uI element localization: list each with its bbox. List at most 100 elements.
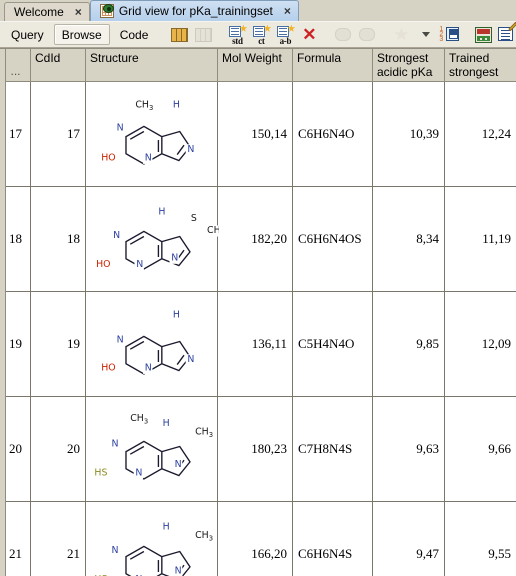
- cell-formula[interactable]: C6H6N4OS: [292, 186, 373, 292]
- table-header-row: ... CdId Structure Mol Weight Formula St…: [0, 49, 516, 82]
- grid-view-table: ... CdId Structure Mol Weight Formula St…: [0, 49, 516, 576]
- cell-cdid[interactable]: 17: [30, 81, 86, 187]
- cell-trained-strongest[interactable]: 11,19: [444, 186, 516, 292]
- chevron-down-icon[interactable]: [414, 24, 436, 46]
- stamp-add-icon: [356, 24, 378, 46]
- tab-welcome-close-icon[interactable]: ×: [75, 6, 82, 18]
- cell-structure-purine-2-ol-8-methylthio[interactable]: H S CH3 N N N HO: [85, 186, 219, 292]
- svg-text:H: H: [173, 99, 180, 110]
- favorite-star-icon: [390, 24, 412, 46]
- column-header-rownum[interactable]: ...: [0, 49, 31, 82]
- svg-text:N: N: [171, 252, 178, 263]
- column-header-cdid[interactable]: CdId: [30, 49, 86, 82]
- cell-trained-strongest[interactable]: 9,66: [444, 396, 516, 502]
- cell-molweight[interactable]: 182,20: [217, 186, 293, 292]
- table-row[interactable]: 2121 HCH3NNNHS166,20C6H6N4S9,479,55: [0, 501, 516, 576]
- cell-structure-8-methylpurine-2-thiol[interactable]: HCH3NNNHS: [85, 501, 218, 576]
- code-button[interactable]: Code: [112, 24, 157, 45]
- tab-welcome-label: Welcome: [14, 5, 64, 19]
- numbered-save-icon[interactable]: 123: [438, 24, 460, 46]
- cell-cdid[interactable]: 21: [30, 501, 86, 576]
- tab-grid-view-close-icon[interactable]: ×: [284, 5, 291, 17]
- row-header[interactable]: 20: [0, 396, 31, 502]
- row-header[interactable]: 21: [0, 501, 31, 576]
- table-grid-dim-icon: [192, 24, 214, 46]
- column-header-formula[interactable]: Formula: [292, 49, 373, 82]
- cell-cdid[interactable]: 19: [30, 291, 86, 397]
- browse-button[interactable]: Browse: [53, 24, 110, 45]
- tab-welcome[interactable]: Welcome ×: [4, 2, 90, 21]
- toolbar: Query Browse Code std ct a-b ✕ 123: [0, 21, 516, 48]
- svg-text:N: N: [175, 565, 182, 576]
- cell-strongest-acidic-pka[interactable]: 9,47: [372, 501, 445, 576]
- svg-text:HS: HS: [94, 467, 107, 478]
- cell-molweight[interactable]: 166,20: [217, 501, 293, 576]
- field-std-icon[interactable]: std: [226, 24, 248, 46]
- column-header-strongest-acidic-pka[interactable]: Strongest acidic pKa: [372, 49, 445, 82]
- stamp-remove-icon: [332, 24, 354, 46]
- delete-icon[interactable]: ✕: [298, 24, 320, 46]
- cell-molweight[interactable]: 150,14: [217, 81, 293, 187]
- cell-formula[interactable]: C6H6N4O: [292, 81, 373, 187]
- column-header-molweight[interactable]: Mol Weight: [217, 49, 293, 82]
- table-row[interactable]: 1818 H S CH3 N N N HO 182,20C6H6N4OS8,3411,19: [0, 186, 516, 292]
- grid-eye-icon: [99, 4, 114, 18]
- row-header[interactable]: 17: [0, 81, 31, 187]
- table-row[interactable]: 19 19 H N N N HO 136,11 C5H4N4O 9,85 12,09: [0, 291, 516, 397]
- svg-text:H: H: [158, 206, 165, 217]
- svg-text:N: N: [145, 152, 152, 163]
- column-header-trained-strongest[interactable]: Trained strongest: [444, 49, 516, 82]
- tab-bar: Welcome × Grid view for pKa_trainingset …: [0, 0, 516, 21]
- row-header[interactable]: 19: [0, 291, 31, 397]
- svg-text:H: H: [173, 309, 180, 320]
- tab-grid-view-label: Grid view for pKa_trainingset: [118, 4, 273, 18]
- svg-text:N: N: [117, 334, 124, 345]
- cell-formula[interactable]: C7H8N4S: [292, 396, 373, 502]
- cell-strongest-acidic-pka[interactable]: 10,39: [372, 81, 445, 187]
- table-row[interactable]: 17 17 CH3 H N N N HO 150,14 C6H6N4O 10,39 12,24: [0, 81, 516, 187]
- svg-text:N: N: [136, 259, 143, 270]
- svg-text:HO: HO: [101, 362, 115, 373]
- cell-formula[interactable]: C6H6N4S: [292, 501, 373, 576]
- cell-strongest-acidic-pka[interactable]: 8,34: [372, 186, 445, 292]
- svg-text:N: N: [145, 362, 152, 373]
- cell-molweight[interactable]: 136,11: [217, 291, 293, 397]
- table-row[interactable]: 20 20 CH3 H CH3 N N N HS 180,23 C7H8N4S 9,63 9,66: [0, 396, 516, 502]
- svg-text:N: N: [135, 467, 142, 478]
- cell-trained-strongest[interactable]: 12,09: [444, 291, 516, 397]
- cell-strongest-acidic-pka[interactable]: 9,85: [372, 291, 445, 397]
- row-header[interactable]: 18: [0, 186, 31, 292]
- cell-trained-strongest[interactable]: 9,55: [444, 501, 516, 576]
- cell-trained-strongest[interactable]: 12,24: [444, 81, 516, 187]
- svg-text:CH3: CH3: [207, 225, 219, 238]
- cell-structure-purine-2-ol[interactable]: H N N N HO: [85, 291, 218, 397]
- cell-molweight[interactable]: 180,23: [217, 396, 293, 502]
- svg-text:S: S: [191, 213, 197, 224]
- cell-structure-6-8-dimethylpurine-2-thiol[interactable]: CH3 H CH3 N N N HS: [85, 396, 218, 502]
- svg-text:N: N: [111, 438, 118, 449]
- cell-structure-purine-6-methyl-2-ol[interactable]: CH3 H N N N HO: [85, 81, 218, 187]
- svg-text:N: N: [117, 122, 124, 133]
- edit-page-icon[interactable]: [496, 21, 516, 46]
- svg-text:H: H: [163, 521, 170, 532]
- calculator-icon[interactable]: [472, 24, 494, 46]
- column-header-structure[interactable]: Structure: [85, 49, 218, 82]
- grid-view-table-container[interactable]: ... CdId Structure Mol Weight Formula St…: [0, 48, 516, 576]
- svg-text:H: H: [163, 418, 170, 429]
- table-body: 17 17 CH3 H N N N HO 150,14 C6H6N4O 10,39 12,24 18 1…: [0, 81, 516, 576]
- tab-grid-view[interactable]: Grid view for pKa_trainingset ×: [89, 0, 299, 21]
- cell-strongest-acidic-pka[interactable]: 9,63: [372, 396, 445, 502]
- svg-text:N: N: [111, 545, 118, 556]
- cell-formula[interactable]: C5H4N4O: [292, 291, 373, 397]
- svg-text:N: N: [187, 143, 194, 154]
- cell-cdid[interactable]: 20: [30, 396, 86, 502]
- field-ab-icon[interactable]: a-b: [274, 24, 296, 46]
- cell-cdid[interactable]: 18: [30, 186, 86, 292]
- svg-text:HO: HO: [101, 152, 115, 163]
- svg-text:N: N: [113, 230, 120, 241]
- table-grid-icon[interactable]: [168, 24, 190, 46]
- svg-text:N: N: [175, 458, 182, 469]
- query-button[interactable]: Query: [3, 24, 52, 45]
- field-ct-icon[interactable]: ct: [250, 24, 272, 46]
- svg-text:N: N: [187, 353, 194, 364]
